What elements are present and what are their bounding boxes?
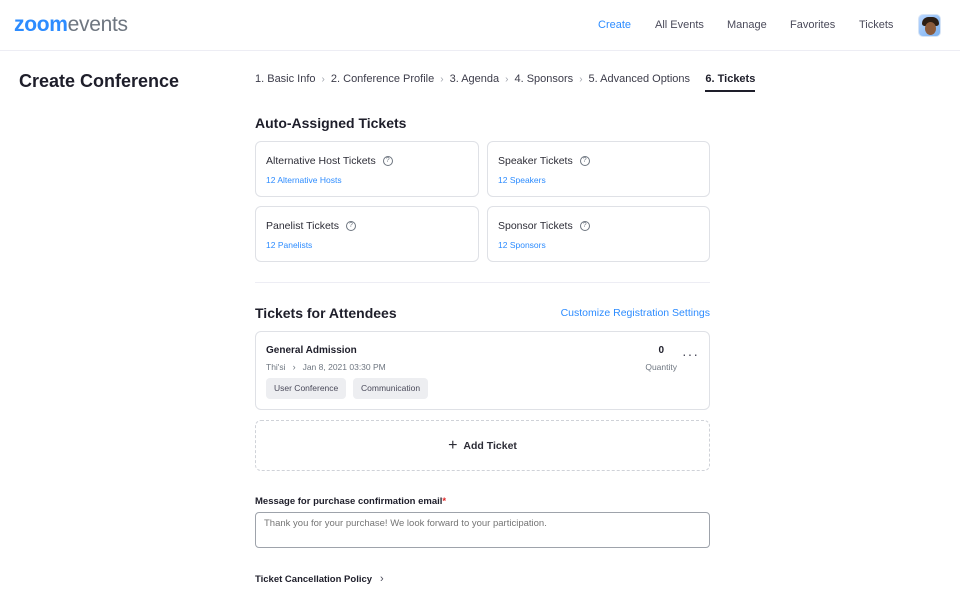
tag-communication: Communication [353,378,429,399]
confirmation-email-label: Message for purchase confirmation email* [255,496,446,507]
panelists-link[interactable]: 12 Panelists [266,240,312,250]
card-label: Sponsor Tickets ? [498,220,590,232]
logo-zoom-text: zoom [14,13,68,36]
nav-favorites[interactable]: Favorites [790,19,835,31]
question-circle-icon[interactable]: ? [579,156,590,166]
question-circle-icon[interactable]: ? [345,221,356,231]
card-label: Panelist Tickets ? [266,220,356,232]
speakers-link[interactable]: 12 Speakers [498,175,546,185]
confirmation-email-input[interactable] [255,512,710,548]
sponsor-tickets-card[interactable]: Sponsor Tickets ? 12 Sponsors [487,206,710,262]
alternative-hosts-link[interactable]: 12 Alternative Hosts [266,175,342,185]
ticket-quantity: 0 [658,345,664,356]
nav-all-events[interactable]: All Events [655,19,704,31]
step-conference-profile[interactable]: 2. Conference Profile [331,73,434,85]
cancellation-policy-toggle[interactable]: Ticket Cancellation Policy › [255,573,384,585]
card-label: Alternative Host Tickets ? [266,155,393,167]
top-navigation-bar: zoomevents Create All Events Manage Favo… [0,0,960,51]
chevron-right-icon: › [579,73,583,85]
question-circle-icon[interactable]: ? [382,156,393,166]
nav-tickets[interactable]: Tickets [859,19,893,31]
card-label-text: Speaker Tickets [498,155,573,167]
tag-user-conference: User Conference [266,378,347,399]
auto-assigned-title: Auto-Assigned Tickets [255,115,407,131]
card-label: Speaker Tickets ? [498,155,590,167]
step-agenda[interactable]: 3. Agenda [450,73,500,85]
alternative-host-tickets-card[interactable]: Alternative Host Tickets ? 12 Alternativ… [255,141,479,197]
attendees-title: Tickets for Attendees [255,305,397,321]
chevron-right-icon: › [440,73,444,85]
user-avatar[interactable] [918,14,941,37]
section-divider [255,282,710,283]
confirmation-email-label-text: Message for purchase confirmation email [255,496,443,507]
avatar-face [925,22,936,35]
nav-manage[interactable]: Manage [727,19,767,31]
page-title: Create Conference [19,71,180,91]
add-ticket-button[interactable]: + Add Ticket [255,420,710,471]
more-options-icon[interactable]: ··· [682,347,699,361]
zoom-events-logo[interactable]: zoomevents [14,14,128,36]
logo-events-text: events [67,13,128,36]
card-label-text: Panelist Tickets [266,220,339,232]
step-basic-info[interactable]: 1. Basic Info [255,73,316,85]
step-sponsors[interactable]: 4. Sponsors [514,73,573,85]
ticket-name: General Admission [266,345,357,356]
ticket-quantity-label: Quantity [645,362,677,372]
chevron-right-icon: › [321,73,325,85]
chevron-right-icon: › [292,362,296,372]
step-tickets[interactable]: 6. Tickets [705,73,755,92]
customize-registration-link[interactable]: Customize Registration Settings [561,307,710,319]
wizard-steps: 1. Basic Info › 2. Conference Profile › … [255,73,755,92]
panelist-tickets-card[interactable]: Panelist Tickets ? 12 Panelists [255,206,479,262]
chevron-right-icon: › [505,73,509,85]
plus-icon: + [448,436,458,454]
card-label-text: Alternative Host Tickets [266,155,376,167]
ticket-date: Jan 8, 2021 03:30 PM [302,362,386,372]
cancellation-policy-label: Ticket Cancellation Policy [255,573,373,585]
required-marker: * [442,496,447,507]
add-ticket-label: Add Ticket [463,439,517,452]
ticket-start: Thi'si [266,362,286,372]
ticket-general-admission[interactable]: General Admission Thi'si › Jan 8, 2021 0… [255,331,710,410]
sponsors-link[interactable]: 12 Sponsors [498,240,546,250]
nav-create[interactable]: Create [598,19,631,31]
question-circle-icon[interactable]: ? [579,221,590,231]
ticket-schedule: Thi'si › Jan 8, 2021 03:30 PM [266,362,386,372]
chevron-right-icon: › [380,573,384,585]
step-advanced-options[interactable]: 5. Advanced Options [589,73,691,85]
card-label-text: Sponsor Tickets [498,220,573,232]
speaker-tickets-card[interactable]: Speaker Tickets ? 12 Speakers [487,141,710,197]
